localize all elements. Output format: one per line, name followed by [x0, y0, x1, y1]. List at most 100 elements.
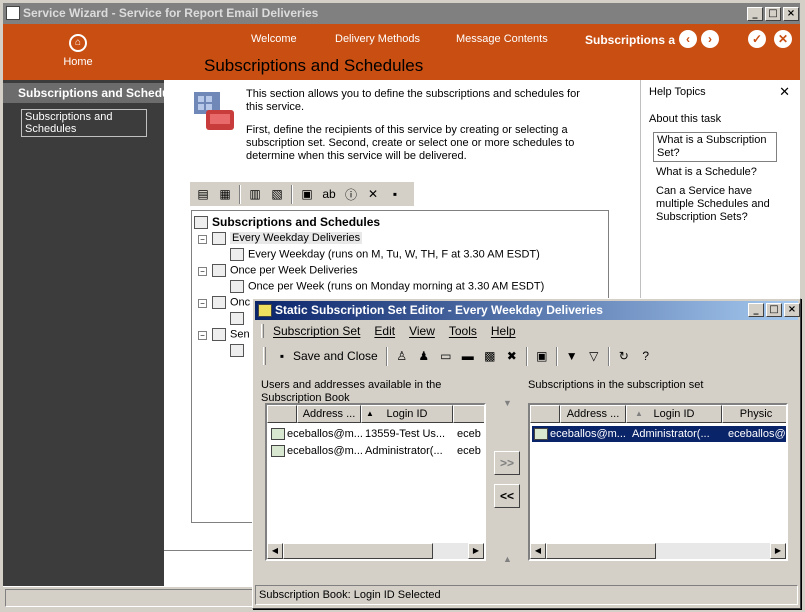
scroll-left-icon[interactable]: ◀	[267, 543, 283, 559]
subscription-set-list[interactable]: Address ... ▲ Login ID Physic eceballos@m…	[528, 403, 788, 561]
help-link-subscription-set[interactable]: What is a Subscription Set?	[653, 132, 777, 162]
filter-icon[interactable]: ▼	[562, 347, 582, 366]
menu-edit[interactable]: Edit	[374, 324, 395, 338]
scroll-down-arrow-icon: ▲	[503, 554, 512, 564]
scroll-thumb[interactable]	[283, 543, 433, 559]
tree-node-onc-schedule[interactable]	[230, 312, 248, 325]
menu-help[interactable]: Help	[491, 324, 516, 338]
close-button[interactable]: ×	[783, 7, 799, 21]
dialog-statusbar: Subscription Book: Login ID Selected	[255, 585, 798, 605]
tree-node-weekly[interactable]: Once per Week Deliveries	[212, 264, 358, 277]
menu-subscription-set[interactable]: Subscription Set	[273, 324, 360, 338]
tree-expander[interactable]: −	[198, 267, 207, 276]
minimize-button[interactable]: _	[747, 7, 763, 21]
column-login-id[interactable]: ▲ Login ID	[626, 405, 722, 423]
column-physical[interactable]: Physic	[722, 405, 786, 423]
list-header: Address ... ▲ Login ID	[267, 405, 484, 423]
tab-message-contents[interactable]: Message Contents	[456, 33, 548, 45]
column-login-id[interactable]: ▲ Login ID	[361, 405, 453, 423]
address-book-icon[interactable]: ▭	[436, 347, 456, 366]
next-arrow-icon[interactable]: ›	[701, 30, 719, 48]
user-icon[interactable]: ♙	[392, 347, 412, 366]
table-row[interactable]: eceballos@m... 13559-Test Us... eceb	[269, 426, 484, 442]
tree-root[interactable]: Subscriptions and Schedules	[194, 215, 380, 230]
tab-delivery-methods[interactable]: Delivery Methods	[335, 33, 420, 45]
tree-expander[interactable]: −	[198, 331, 207, 340]
clear-filter-icon[interactable]: ▽	[584, 347, 604, 366]
tree-node-label: Once per Week (runs on Monday morning at…	[248, 280, 545, 293]
sidebar-item-subscriptions[interactable]: Subscriptions and Schedules	[21, 109, 147, 137]
help-link-multiple[interactable]: Can a Service have multiple Schedules an…	[653, 184, 777, 225]
scroll-up-arrow-icon: ▼	[503, 398, 512, 408]
dialog-titlebar[interactable]: Static Subscription Set Editor - Every W…	[255, 301, 800, 320]
tree-node-weekday-schedule[interactable]: Every Weekday (runs on M, Tu, W, TH, F a…	[230, 248, 540, 261]
help-close-icon[interactable]: ✕	[779, 84, 790, 100]
finish-check-icon[interactable]: ✓	[748, 30, 766, 48]
add-to-set-icon[interactable]: ▩	[480, 347, 500, 366]
delete-icon[interactable]: ✕	[363, 185, 383, 204]
available-users-list[interactable]: Address ... ▲ Login ID eceballos@m... 135…	[265, 403, 486, 561]
dialog-minimize-button[interactable]: _	[748, 303, 764, 317]
tab-welcome[interactable]: Welcome	[251, 33, 297, 45]
add-to-set-button[interactable]: >>	[494, 451, 520, 475]
properties-icon[interactable]: ▣	[532, 347, 552, 366]
dialog-app-icon	[258, 304, 272, 317]
horizontal-scrollbar[interactable]: ◀ ▶	[530, 543, 786, 559]
new-schedule-icon[interactable]: ▥	[245, 185, 265, 204]
tree-expander[interactable]: −	[198, 235, 207, 244]
tree-node-sen-schedule[interactable]	[230, 344, 248, 357]
table-row[interactable]: eceballos@m... Administrator(... eceball…	[532, 426, 786, 442]
tree-node-weekday[interactable]: Every Weekday Deliveries	[212, 232, 363, 245]
scroll-right-icon[interactable]: ▶	[770, 543, 786, 559]
sort-ascending-icon: ▲	[366, 409, 374, 418]
save-and-close-button[interactable]: ▪ Save and Close	[271, 346, 382, 366]
remove-from-set-icon[interactable]: ✖	[502, 347, 522, 366]
wizard-titlebar[interactable]: Service Wizard - Service for Report Emai…	[3, 3, 800, 24]
properties-icon[interactable]: ▣	[297, 185, 317, 204]
tree-node-label: Every Weekday Deliveries	[230, 232, 363, 245]
tree-node-onc[interactable]: Onc	[212, 296, 250, 309]
remove-from-set-button[interactable]: <<	[494, 484, 520, 508]
scroll-thumb[interactable]	[546, 543, 656, 559]
horizontal-scrollbar[interactable]: ◀ ▶	[267, 543, 484, 559]
wizard-sidebar: Subscriptions and Schedu Subscriptions a…	[3, 80, 164, 586]
tree-node-sen[interactable]: Sen	[212, 328, 250, 341]
tab-subscriptions[interactable]: Subscriptions a	[585, 33, 675, 47]
user-icon	[534, 428, 548, 441]
scroll-left-icon[interactable]: ◀	[530, 543, 546, 559]
home-button[interactable]: ⌂ Home	[53, 30, 103, 68]
new-subscription-set-icon[interactable]: ▤	[193, 185, 213, 204]
table-row[interactable]: eceballos@m... Administrator(... eceb	[269, 443, 484, 459]
column-physical[interactable]	[453, 405, 484, 423]
refresh-icon[interactable]: ↻	[614, 347, 634, 366]
user-icon	[271, 428, 285, 441]
dialog-close-button[interactable]: ×	[784, 303, 800, 317]
group-icon[interactable]: ♟	[414, 347, 434, 366]
scroll-right-icon[interactable]: ▶	[468, 543, 484, 559]
menu-view[interactable]: View	[409, 324, 435, 338]
tree-node-label: Sen	[230, 328, 250, 341]
maximize-button[interactable]: □	[765, 7, 781, 21]
schedule-icon	[230, 280, 244, 293]
list-icon[interactable]: ▬	[458, 347, 478, 366]
save-icon[interactable]: ▪	[385, 185, 405, 204]
edit-schedule-icon[interactable]: ▧	[267, 185, 287, 204]
cancel-x-icon[interactable]: ✕	[774, 30, 792, 48]
dialog-maximize-button[interactable]: □	[766, 303, 782, 317]
menu-tools[interactable]: Tools	[449, 324, 477, 338]
home-label: Home	[63, 56, 93, 68]
help-icon[interactable]: ?	[636, 347, 656, 366]
available-users-label: Users and addresses available in the Sub…	[261, 379, 442, 404]
column-address[interactable]: Address ...	[297, 405, 361, 423]
wizard-app-icon	[6, 6, 20, 20]
help-section: About this task	[649, 113, 722, 125]
tree-expander[interactable]: −	[198, 299, 207, 308]
help-link-schedule[interactable]: What is a Schedule?	[653, 165, 777, 180]
schedule-icon	[230, 248, 244, 261]
edit-subscription-set-icon[interactable]: ▦	[215, 185, 235, 204]
previous-arrow-icon[interactable]: ‹	[679, 30, 697, 48]
tree-node-weekly-schedule[interactable]: Once per Week (runs on Monday morning at…	[230, 280, 544, 293]
info-icon[interactable]: ⓘ	[341, 185, 361, 204]
column-address[interactable]: Address ...	[560, 405, 626, 423]
rename-icon[interactable]: ab	[319, 185, 339, 204]
